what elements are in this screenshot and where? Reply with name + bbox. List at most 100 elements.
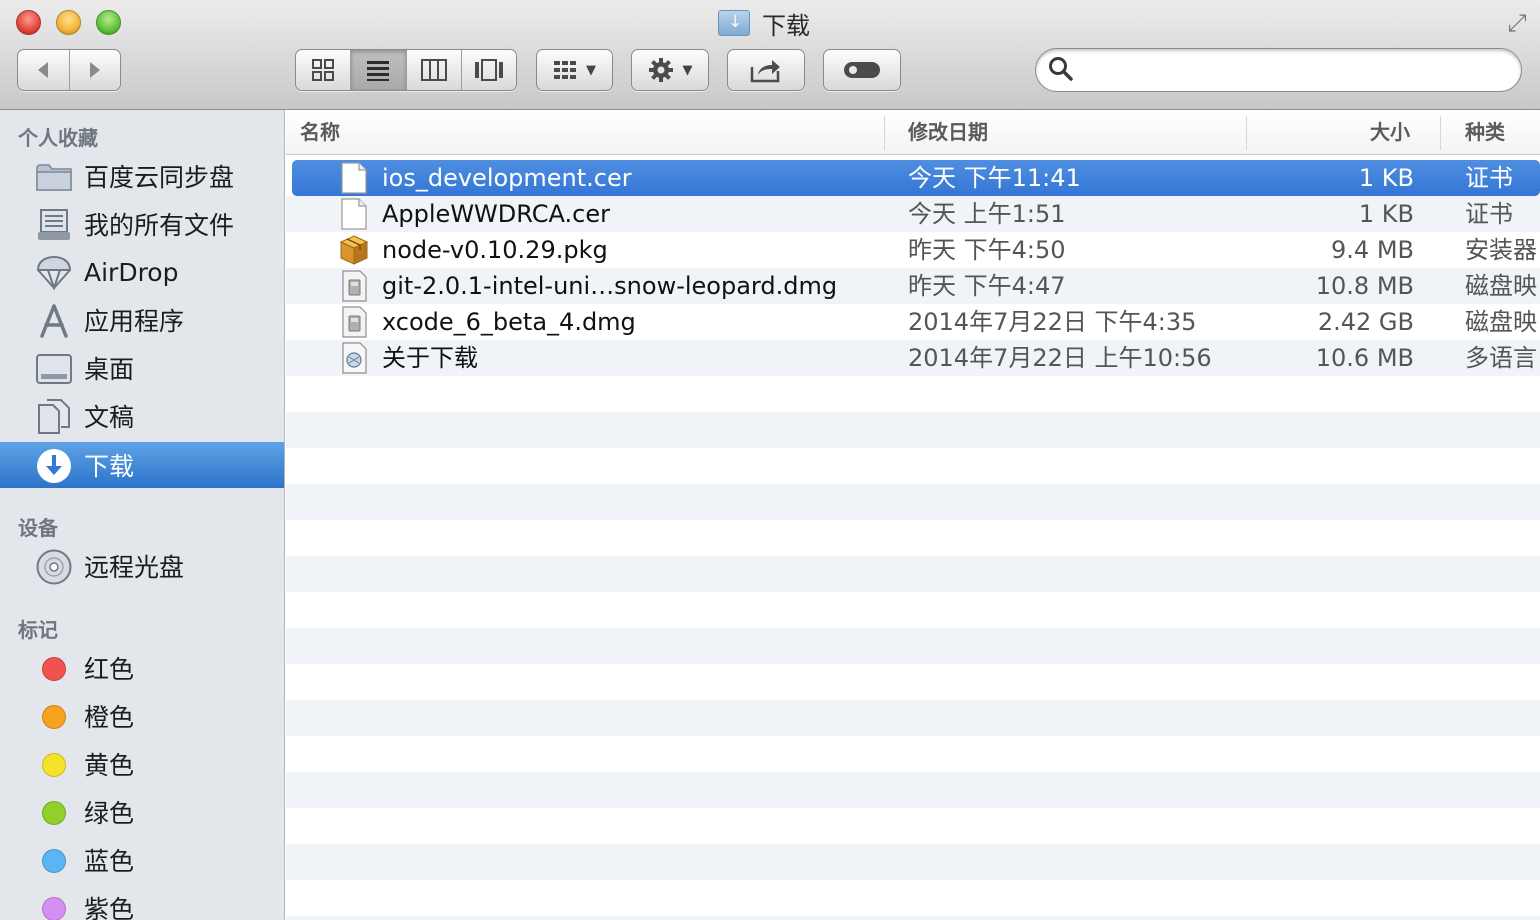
file-list: 名称 修改日期 大小 种类 ios_development.cer 今天 下午1… <box>286 110 1540 920</box>
sidebar-tag-purple[interactable]: 紫色 <box>0 885 284 920</box>
purple-tag-dot <box>42 897 66 920</box>
sidebar-item-baidu-sync[interactable]: 百度云同步盘 <box>0 153 284 199</box>
document-icon <box>341 198 367 230</box>
sidebar-item-label: 远程光盘 <box>84 553 185 582</box>
arrange-button[interactable]: ▼ <box>536 49 613 91</box>
column-header-date[interactable]: 修改日期 <box>908 110 988 155</box>
sidebar-item-label: 百度云同步盘 <box>84 163 235 192</box>
close-button[interactable] <box>16 10 41 35</box>
search-field[interactable] <box>1035 48 1522 92</box>
search-icon <box>1049 57 1073 81</box>
sidebar-tag-orange[interactable]: 橙色 <box>0 693 284 739</box>
file-row[interactable]: ios_development.cer 今天 下午11:41 1 KB 证书 <box>286 160 1540 196</box>
file-kind: 磁盘映 <box>1465 308 1537 336</box>
file-row[interactable]: node-v0.10.29.pkg 昨天 下午4:50 9.4 MB 安装器 <box>286 232 1540 268</box>
sidebar-tag-red[interactable]: 红色 <box>0 645 284 691</box>
devices-section-title: 设备 <box>18 516 58 540</box>
file-kind: 安装器 <box>1465 236 1537 264</box>
sidebar-tag-blue[interactable]: 蓝色 <box>0 837 284 883</box>
sidebar-item-desktop[interactable]: 桌面 <box>0 345 284 391</box>
list-icon <box>367 61 390 81</box>
sidebar-item-documents[interactable]: 文稿 <box>0 393 284 439</box>
column-divider[interactable] <box>884 116 885 150</box>
file-kind: 磁盘映 <box>1465 272 1537 300</box>
back-arrow-icon[interactable] <box>18 50 70 90</box>
sidebar-item-label: 我的所有文件 <box>84 211 235 240</box>
document-icon <box>341 162 367 194</box>
package-icon <box>340 235 368 265</box>
file-date: 2014年7月22日 上午10:56 <box>908 344 1212 372</box>
column-divider[interactable] <box>1246 116 1247 150</box>
fullscreen-icon[interactable]: ⤢ <box>1502 8 1532 38</box>
folder-icon <box>36 159 72 195</box>
toolbar: 下载 ⤢ <box>0 0 1540 110</box>
column-divider[interactable] <box>1440 116 1441 150</box>
sidebar-item-label: 橙色 <box>84 703 135 732</box>
file-row[interactable]: git-2.0.1-intel-uni…snow-leopard.dmg 昨天 … <box>286 268 1540 304</box>
file-row[interactable]: 关于下载 2014年7月22日 上午10:56 10.6 MB 多语言 <box>286 340 1540 376</box>
search-input[interactable] <box>1084 55 1504 85</box>
file-date: 昨天 下午4:50 <box>908 236 1066 264</box>
sidebar: 个人收藏 百度云同步盘 我的所有文件 AirDrop 应用程序 桌面 文稿 下载… <box>0 110 285 920</box>
grid-icon <box>312 59 335 81</box>
share-button[interactable] <box>727 49 805 91</box>
sidebar-item-applications[interactable]: 应用程序 <box>0 297 284 343</box>
file-name: xcode_6_beta_4.dmg <box>382 308 636 336</box>
sidebar-item-label: 文稿 <box>84 403 135 432</box>
disk-image-icon <box>342 270 367 302</box>
sidebar-item-label: 红色 <box>84 655 135 684</box>
file-size: 10.6 MB <box>1315 344 1414 372</box>
file-size: 1 KB <box>1358 200 1414 228</box>
cover-flow-view-button[interactable] <box>462 50 516 90</box>
orange-tag-dot <box>42 705 66 729</box>
file-size: 10.8 MB <box>1315 272 1414 300</box>
action-button[interactable]: ▼ <box>631 49 709 91</box>
favorites-section-title: 个人收藏 <box>18 126 98 150</box>
blue-tag-dot <box>42 849 66 873</box>
file-kind: 证书 <box>1465 200 1513 228</box>
cover-flow-icon <box>474 59 503 81</box>
downloads-folder-icon <box>718 10 750 36</box>
arrange-icon <box>554 61 576 79</box>
sidebar-item-downloads[interactable]: 下载 <box>0 442 284 488</box>
red-tag-dot <box>42 657 66 681</box>
column-view-button[interactable] <box>407 50 462 90</box>
column-header-kind[interactable]: 种类 <box>1465 110 1505 155</box>
desktop-icon <box>36 351 72 387</box>
documents-icon <box>36 399 72 435</box>
list-view-button[interactable] <box>351 50 407 90</box>
sidebar-item-all-my-files[interactable]: 我的所有文件 <box>0 201 284 247</box>
sidebar-item-remote-disc[interactable]: 远程光盘 <box>0 543 284 589</box>
file-name: ios_development.cer <box>382 164 632 192</box>
zoom-button[interactable] <box>96 10 121 35</box>
view-mode-control <box>295 49 517 91</box>
yellow-tag-dot <box>42 753 66 777</box>
chevron-down-icon: ▼ <box>586 62 596 78</box>
column-header-name[interactable]: 名称 <box>300 110 340 155</box>
sidebar-item-label: 桌面 <box>84 355 135 384</box>
file-size: 2.42 GB <box>1317 308 1414 336</box>
tag-icon <box>844 62 880 78</box>
sidebar-item-label: 紫色 <box>84 895 135 920</box>
file-row[interactable]: xcode_6_beta_4.dmg 2014年7月22日 下午4:35 2.4… <box>286 304 1540 340</box>
minimize-button[interactable] <box>56 10 81 35</box>
icon-view-button[interactable] <box>296 50 352 90</box>
column-header-bar: 名称 修改日期 大小 种类 <box>286 110 1540 155</box>
sidebar-item-airdrop[interactable]: AirDrop <box>0 249 284 295</box>
tags-button[interactable] <box>823 49 901 91</box>
applications-icon <box>36 303 72 339</box>
file-row[interactable]: AppleWWDRCA.cer 今天 上午1:51 1 KB 证书 <box>286 196 1540 232</box>
sidebar-item-label: 下载 <box>84 452 135 481</box>
file-size: 9.4 MB <box>1331 236 1414 264</box>
disk-image-icon <box>342 306 367 338</box>
sidebar-item-label: 黄色 <box>84 751 135 780</box>
sidebar-tag-yellow[interactable]: 黄色 <box>0 741 284 787</box>
file-date: 昨天 下午4:47 <box>908 272 1066 300</box>
file-name: 关于下载 <box>382 344 478 372</box>
forward-arrow-icon[interactable] <box>70 50 121 90</box>
file-kind: 证书 <box>1465 164 1513 192</box>
sidebar-tag-green[interactable]: 绿色 <box>0 789 284 835</box>
column-header-size[interactable]: 大小 <box>1370 110 1410 155</box>
file-kind: 多语言 <box>1465 344 1537 372</box>
file-name: git-2.0.1-intel-uni…snow-leopard.dmg <box>382 272 838 300</box>
